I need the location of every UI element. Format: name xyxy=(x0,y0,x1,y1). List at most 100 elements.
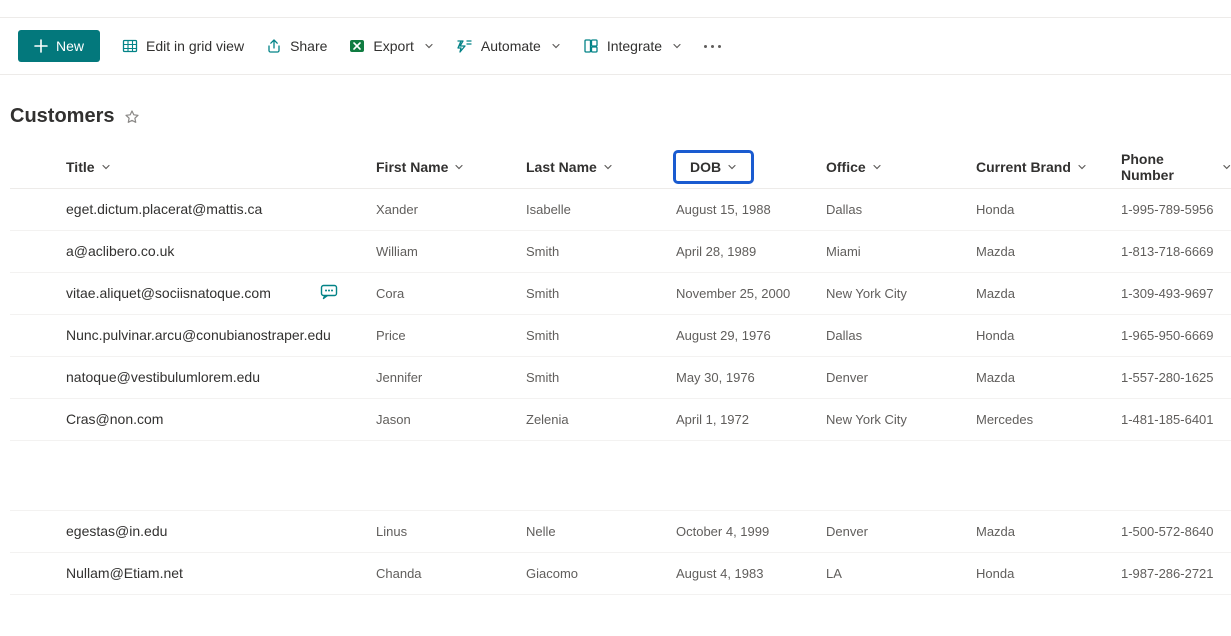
cell-phone: 1-557-280-1625 xyxy=(1111,356,1231,398)
column-label: First Name xyxy=(376,159,448,175)
cell-brand: Mazda xyxy=(966,272,1111,314)
cell-dob: August 15, 1988 xyxy=(666,188,816,230)
edit-grid-label: Edit in grid view xyxy=(146,38,244,54)
comment-icon[interactable] xyxy=(320,284,338,300)
cell-first-name: Jason xyxy=(366,398,516,440)
column-header-brand[interactable]: Current Brand xyxy=(966,146,1111,188)
table-row[interactable]: Nullam@Etiam.netChandaGiacomoAugust 4, 1… xyxy=(10,552,1231,594)
table-row[interactable]: Nunc.pulvinar.arcu@conubianostraper.eduP… xyxy=(10,314,1231,356)
cell-title[interactable]: vitae.aliquet@sociisnatoque.com xyxy=(56,272,366,314)
cell-phone: 1-995-789-5956 xyxy=(1111,188,1231,230)
cell-office: Denver xyxy=(816,510,966,552)
cell-last-name: Smith xyxy=(516,230,666,272)
cell-dob: November 25, 2000 xyxy=(666,272,816,314)
cell-title[interactable]: Nunc.pulvinar.arcu@conubianostraper.edu xyxy=(56,314,366,356)
row-lead-cell xyxy=(10,398,56,440)
top-border xyxy=(0,0,1231,18)
cell-title[interactable]: a@aclibero.co.uk xyxy=(56,230,366,272)
export-label: Export xyxy=(373,38,413,54)
cell-dob: August 29, 1976 xyxy=(666,314,816,356)
cell-office: New York City xyxy=(816,272,966,314)
table-row[interactable]: egestas@in.eduLinusNelleOctober 4, 1999D… xyxy=(10,510,1231,552)
cell-dob: May 30, 1976 xyxy=(666,356,816,398)
cell-office: Dallas xyxy=(816,188,966,230)
column-header-first-name[interactable]: First Name xyxy=(366,146,516,188)
cell-dob: April 28, 1989 xyxy=(666,230,816,272)
column-header-office[interactable]: Office xyxy=(816,146,966,188)
integrate-button[interactable]: Integrate xyxy=(583,38,682,54)
column-header-title[interactable]: Title xyxy=(56,146,366,188)
cell-brand: Mazda xyxy=(966,230,1111,272)
chevron-down-icon xyxy=(603,162,613,172)
row-lead-cell xyxy=(10,356,56,398)
cell-phone: 1-500-572-8640 xyxy=(1111,510,1231,552)
cell-office: New York City xyxy=(816,398,966,440)
column-header-dob[interactable]: DOB xyxy=(666,146,816,188)
cell-title[interactable]: egestas@in.edu xyxy=(56,510,366,552)
cell-phone: 1-813-718-6669 xyxy=(1111,230,1231,272)
cell-title-text: eget.dictum.placerat@mattis.ca xyxy=(66,201,262,217)
cell-first-name: Cora xyxy=(366,272,516,314)
chevron-down-icon xyxy=(872,162,882,172)
table-row[interactable]: eget.dictum.placerat@mattis.ca XanderIsab… xyxy=(10,188,1231,230)
cell-brand: Mercedes xyxy=(966,398,1111,440)
cell-title-text: natoque@vestibulumlorem.edu xyxy=(66,369,260,385)
table-row[interactable]: a@aclibero.co.ukWilliamSmithApril 28, 19… xyxy=(10,230,1231,272)
chevron-down-icon xyxy=(672,41,682,51)
chevron-down-icon xyxy=(1077,162,1087,172)
export-button[interactable]: Export xyxy=(349,38,433,54)
column-label: DOB xyxy=(690,159,721,175)
automate-label: Automate xyxy=(481,38,541,54)
chevron-down-icon xyxy=(101,162,111,172)
new-button[interactable]: New xyxy=(18,30,100,62)
cell-title[interactable]: natoque@vestibulumlorem.edu xyxy=(56,356,366,398)
table-row[interactable]: natoque@vestibulumlorem.eduJenniferSmith… xyxy=(10,356,1231,398)
share-button[interactable]: Share xyxy=(266,38,327,54)
column-header-lead xyxy=(10,146,56,188)
excel-icon xyxy=(349,38,365,54)
more-actions-button[interactable] xyxy=(704,45,721,48)
cell-brand: Honda xyxy=(966,552,1111,594)
column-label: Title xyxy=(66,159,95,175)
cell-office: Dallas xyxy=(816,314,966,356)
cell-brand: Honda xyxy=(966,314,1111,356)
cell-phone: 1-987-286-2721 xyxy=(1111,552,1231,594)
row-lead-cell xyxy=(10,552,56,594)
cell-phone: 1-965-950-6669 xyxy=(1111,314,1231,356)
cell-title-text: vitae.aliquet@sociisnatoque.com xyxy=(66,285,271,301)
favorite-toggle[interactable] xyxy=(124,109,140,125)
edit-grid-button[interactable]: Edit in grid view xyxy=(122,38,244,54)
cell-dob: October 4, 1999 xyxy=(666,510,816,552)
cell-first-name: Xander xyxy=(366,188,516,230)
cell-phone: 1-481-185-6401 xyxy=(1111,398,1231,440)
cell-last-name: Isabelle xyxy=(516,188,666,230)
cell-dob: April 1, 1972 xyxy=(666,398,816,440)
cell-title-text: egestas@in.edu xyxy=(66,523,167,539)
cell-last-name: Smith xyxy=(516,272,666,314)
row-lead-cell xyxy=(10,510,56,552)
table-row[interactable]: Cras@non.comJasonZeleniaApril 1, 1972New… xyxy=(10,398,1231,440)
table-row[interactable]: vitae.aliquet@sociisnatoque.com CoraSmith… xyxy=(10,272,1231,314)
comment-indicator[interactable] xyxy=(320,284,338,303)
cell-title-text: Nunc.pulvinar.arcu@conubianostraper.edu xyxy=(66,327,331,343)
cell-title-text: a@aclibero.co.uk xyxy=(66,243,174,259)
cell-title-text: Nullam@Etiam.net xyxy=(66,565,183,581)
cell-title[interactable]: Cras@non.com xyxy=(56,398,366,440)
column-header-last-name[interactable]: Last Name xyxy=(516,146,666,188)
cell-first-name: Linus xyxy=(366,510,516,552)
chevron-down-icon xyxy=(551,41,561,51)
chevron-down-icon xyxy=(454,162,464,172)
automate-button[interactable]: Automate xyxy=(456,38,561,54)
cell-title[interactable]: eget.dictum.placerat@mattis.ca xyxy=(56,188,366,230)
cell-title[interactable]: Nullam@Etiam.net xyxy=(56,552,366,594)
share-label: Share xyxy=(290,38,327,54)
cell-office: Denver xyxy=(816,356,966,398)
integrate-icon xyxy=(583,38,599,54)
cell-brand: Mazda xyxy=(966,510,1111,552)
cell-brand: Honda xyxy=(966,188,1111,230)
list-header: Customers xyxy=(0,75,1231,146)
row-lead-cell xyxy=(10,272,56,314)
column-label: Phone Number xyxy=(1121,151,1216,183)
cell-last-name: Zelenia xyxy=(516,398,666,440)
column-header-phone[interactable]: Phone Number xyxy=(1111,146,1231,188)
